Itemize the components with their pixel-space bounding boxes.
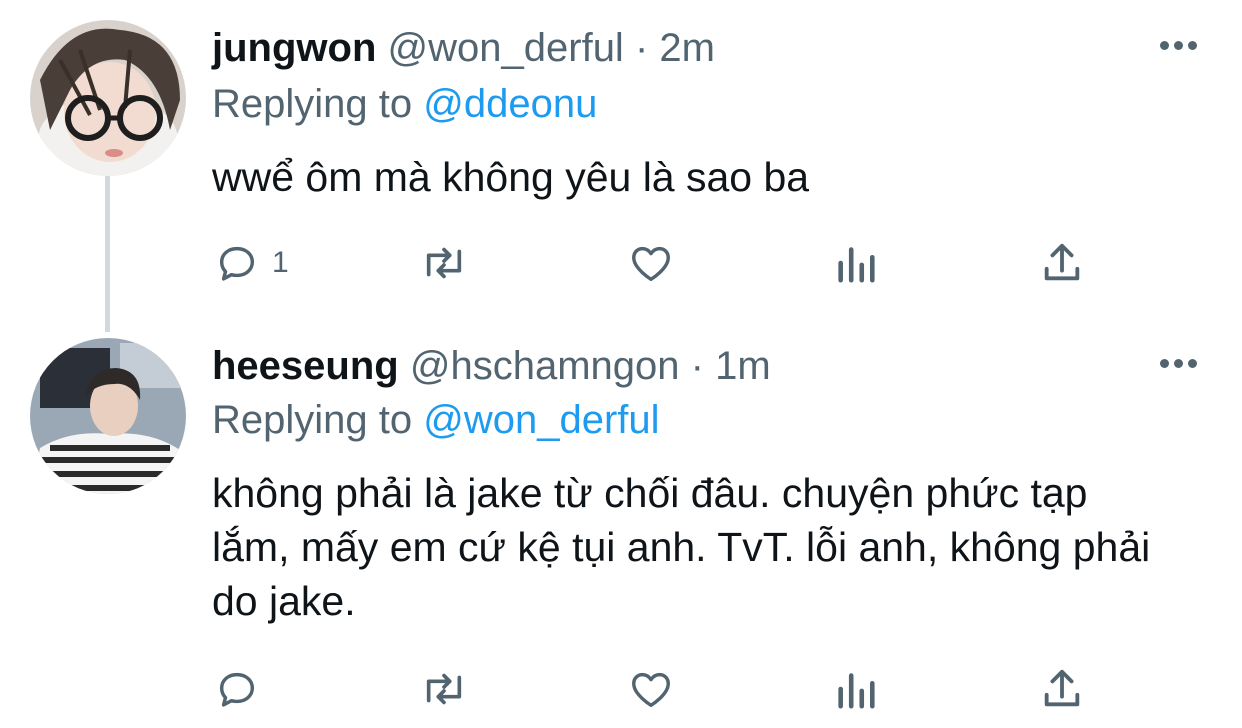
replying-to-line: Replying to @ddeonu [212, 80, 597, 128]
analytics-icon [838, 247, 875, 283]
retweet-icon [426, 247, 462, 279]
action-bar: 1 [0, 233, 1242, 293]
share-button[interactable] [1040, 659, 1084, 719]
timestamp[interactable]: 1m [715, 344, 771, 388]
separator: · [634, 26, 649, 70]
replying-to-line: Replying to @won_derful [212, 396, 660, 444]
more-dots-icon[interactable] [1160, 357, 1200, 369]
replying-to-label: Replying to [212, 398, 413, 442]
reply-icon [219, 672, 255, 707]
analytics-button[interactable] [834, 659, 878, 719]
handle[interactable]: @won_derful [388, 26, 624, 70]
heart-icon [632, 672, 670, 708]
avatar[interactable] [30, 20, 186, 176]
tweet-header: heeseung @hschamngon · 1m [212, 342, 771, 390]
share-button[interactable] [1040, 233, 1084, 293]
display-name[interactable]: jungwon [212, 26, 376, 70]
replying-to-label: Replying to [212, 82, 413, 126]
analytics-icon [838, 673, 875, 709]
tweet-header: jungwon @won_derful · 2m [212, 24, 715, 72]
analytics-button[interactable] [834, 233, 878, 293]
more-dots-icon[interactable] [1160, 39, 1200, 51]
avatar[interactable] [30, 338, 186, 494]
display-name[interactable]: heeseung [212, 344, 399, 388]
reply-count: 1 [272, 246, 289, 279]
reply-button[interactable] [214, 659, 272, 719]
reply-icon [219, 246, 255, 281]
timestamp[interactable]: 2m [659, 26, 715, 70]
heart-icon [632, 246, 670, 282]
tweet-2[interactable]: heeseung @hschamngon · 1m Replying to @w… [0, 330, 1242, 728]
separator: · [690, 344, 704, 388]
share-icon [1044, 243, 1080, 281]
retweet-icon [426, 673, 462, 705]
retweet-button[interactable] [418, 659, 482, 719]
mention-link[interactable]: @ddeonu [423, 82, 597, 126]
like-button[interactable] [627, 659, 687, 719]
reply-button[interactable]: 1 [214, 233, 289, 293]
action-bar [0, 659, 1242, 719]
tweet-text: không phải là jake từ chối đâu. chuyện p… [212, 470, 1151, 624]
handle[interactable]: @hschamngon [410, 344, 680, 388]
tweet-1[interactable]: jungwon @won_derful · 2m Replying to @dd… [0, 0, 1242, 330]
like-button[interactable] [627, 233, 687, 293]
tweet-text: wwể ôm mà không yêu là sao ba [212, 154, 810, 200]
mention-link[interactable]: @won_derful [423, 398, 659, 442]
share-icon [1044, 669, 1080, 707]
retweet-button[interactable] [418, 233, 482, 293]
